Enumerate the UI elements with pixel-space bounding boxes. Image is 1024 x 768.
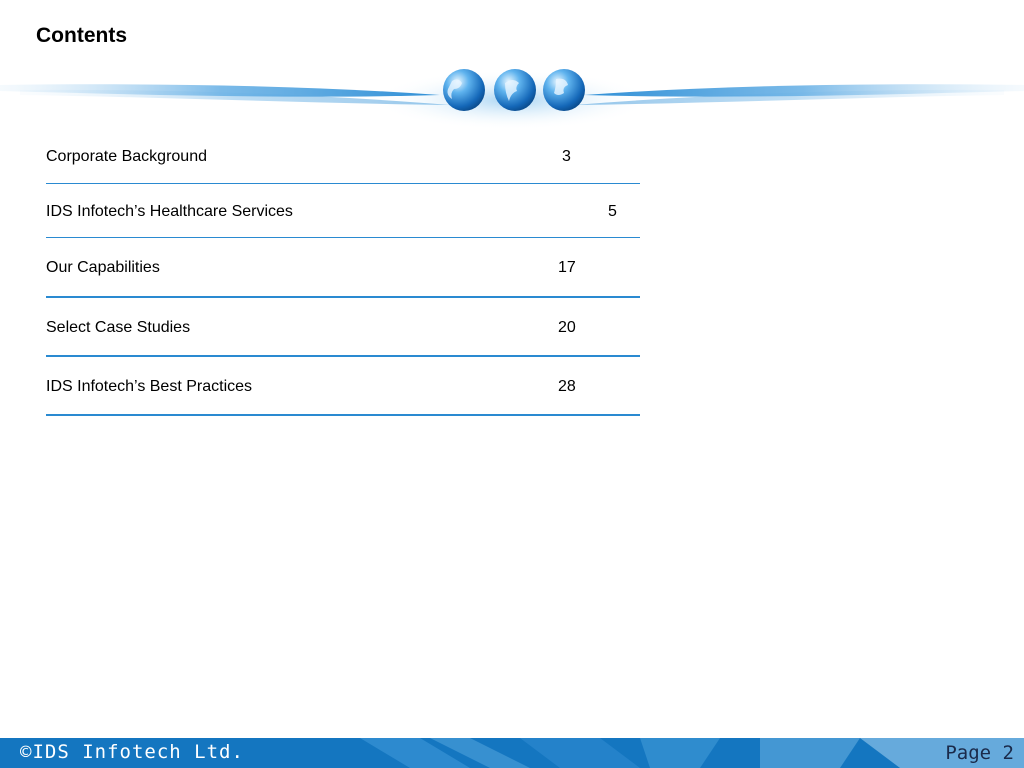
globe-banner	[0, 69, 1024, 130]
toc-item-label: Corporate Background	[46, 148, 207, 165]
table-of-contents: Corporate Background 3 IDS Infotech’s He…	[46, 130, 640, 416]
globe-icon	[543, 69, 585, 111]
copyright-text: ©IDS Infotech Ltd.	[20, 741, 244, 763]
toc-item-page: 20	[558, 319, 576, 336]
toc-item-page: 3	[562, 148, 571, 165]
footer-bar: ©IDS Infotech Ltd. Page 2	[0, 738, 1024, 768]
toc-item-page: 5	[608, 203, 617, 220]
globe-icon	[443, 69, 485, 111]
page-number: Page 2	[945, 742, 1014, 764]
toc-item-page: 17	[558, 259, 576, 276]
toc-item[interactable]: Our Capabilities 17	[46, 238, 640, 298]
toc-item[interactable]: IDS Infotech’s Best Practices 28	[46, 357, 640, 416]
toc-item-label: IDS Infotech’s Best Practices	[46, 378, 253, 395]
toc-item[interactable]: IDS Infotech’s Healthcare Services 5	[46, 184, 640, 238]
toc-item-label: IDS Infotech’s Healthcare Services	[46, 203, 293, 220]
toc-item[interactable]: Corporate Background 3	[46, 130, 640, 184]
toc-item[interactable]: Select Case Studies 20	[46, 298, 640, 357]
toc-item-page: 28	[558, 378, 576, 395]
toc-item-label: Our Capabilities	[46, 259, 160, 276]
page-title: Contents	[36, 24, 127, 47]
toc-item-label: Select Case Studies	[46, 319, 191, 336]
globe-icon	[494, 69, 536, 111]
